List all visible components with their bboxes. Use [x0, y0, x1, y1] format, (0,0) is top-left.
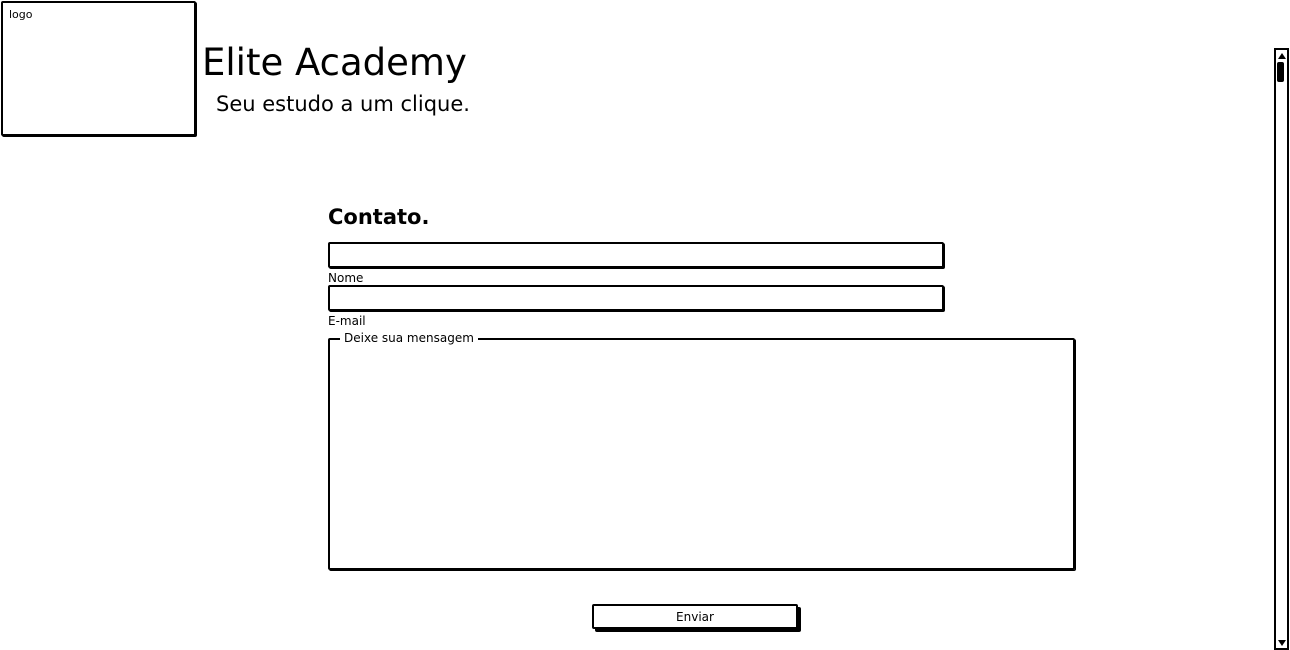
logo-placeholder: logo: [1, 1, 196, 136]
scroll-down-button[interactable]: [1276, 637, 1287, 648]
name-input[interactable]: [328, 242, 944, 268]
arrow-down-icon: [1277, 639, 1286, 646]
name-label: Nome: [328, 271, 364, 285]
contact-heading: Contato.: [328, 205, 430, 229]
email-input[interactable]: [328, 285, 944, 311]
message-textarea[interactable]: [334, 350, 1069, 564]
scroll-up-button[interactable]: [1276, 50, 1287, 61]
site-title: Elite Academy: [202, 41, 467, 84]
logo-label: logo: [9, 8, 33, 21]
message-label: Deixe sua mensagem: [340, 331, 478, 345]
submit-button[interactable]: Enviar: [592, 604, 798, 629]
email-label: E-mail: [328, 314, 366, 328]
message-group: Deixe sua mensagem: [328, 331, 1075, 570]
vertical-scrollbar[interactable]: [1274, 48, 1289, 650]
scroll-thumb[interactable]: [1277, 62, 1284, 82]
site-subtitle: Seu estudo a um clique.: [216, 92, 470, 116]
arrow-up-icon: [1277, 52, 1286, 59]
